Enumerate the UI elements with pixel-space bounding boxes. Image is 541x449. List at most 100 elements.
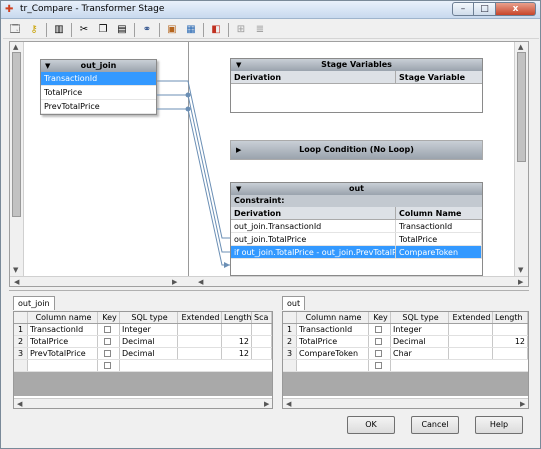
columns-icon[interactable]: ▥ <box>51 23 67 37</box>
length-cell[interactable] <box>493 324 528 335</box>
cancel-button[interactable]: Cancel <box>411 416 459 434</box>
constraints-icon[interactable]: ⊞ <box>233 23 249 37</box>
extended-cell[interactable] <box>178 348 222 359</box>
scroll-down-arrow-icon[interactable]: ▼ <box>518 266 523 274</box>
key-checkbox[interactable] <box>104 326 111 333</box>
output-row[interactable]: out_join.TransactionId TransactionId <box>231 220 482 233</box>
sql-type-cell[interactable]: Integer <box>120 324 178 335</box>
key-checkbox-cell[interactable] <box>98 324 120 335</box>
sql-type-cell[interactable]: Integer <box>391 324 449 335</box>
paste-icon[interactable]: ▤ <box>114 23 130 37</box>
derivation-column-header[interactable]: Derivation <box>231 71 396 83</box>
save-icon[interactable]: ▦ <box>183 23 199 37</box>
column-name-header[interactable]: Column name <box>28 312 98 323</box>
scroll-left-arrow-icon[interactable]: ◀ <box>17 400 22 408</box>
tab-out[interactable]: out <box>282 296 306 310</box>
sql-type-cell[interactable]: Decimal <box>391 336 449 347</box>
length-cell[interactable]: 12 <box>222 336 252 347</box>
scale-header[interactable]: Sca <box>252 312 272 323</box>
key-checkbox-cell[interactable] <box>369 348 391 359</box>
derivation-cell[interactable]: if out_join.TotalPrice - out_join.PrevTo… <box>231 246 396 258</box>
column-name-cell[interactable]: TotalPrice <box>396 233 482 245</box>
key-checkbox[interactable] <box>104 362 111 369</box>
design-canvas[interactable]: ▲ ▼ ▼ out_join TransactionId TotalPrice … <box>9 41 529 287</box>
length-cell[interactable]: 12 <box>493 336 528 347</box>
length-cell[interactable]: 12 <box>222 348 252 359</box>
column-name-header[interactable]: Column name <box>297 312 369 323</box>
scroll-thumb[interactable] <box>517 52 526 162</box>
scroll-right-arrow-icon[interactable]: ▶ <box>518 278 523 286</box>
load-icon[interactable]: ▣ <box>164 23 180 37</box>
new-row[interactable] <box>283 360 528 372</box>
table-row[interactable]: 1 TransactionId Integer <box>14 324 272 336</box>
loop-condition-panel[interactable]: ▶ Loop Condition (No Loop) <box>230 140 483 160</box>
collapse-triangle-icon[interactable]: ▼ <box>236 183 241 195</box>
length-header[interactable]: Length <box>493 312 528 323</box>
extended-header[interactable]: Extended <box>178 312 222 323</box>
sql-type-cell[interactable]: Decimal <box>120 336 178 347</box>
column-name-cell[interactable] <box>28 360 98 371</box>
extended-cell[interactable] <box>449 348 493 359</box>
ok-button[interactable]: OK <box>347 416 395 434</box>
extended-cell[interactable] <box>178 324 222 335</box>
output-link-panel[interactable]: ▼ out Constraint: Derivation Column Name… <box>230 182 483 276</box>
horizontal-scrollbar[interactable]: ◀ ▶ ◀ ▶ <box>10 276 528 286</box>
tab-out-join[interactable]: out_join <box>13 296 55 310</box>
copy-icon[interactable]: ❐ <box>95 23 111 37</box>
maximize-button[interactable]: □ <box>474 2 496 16</box>
minimize-button[interactable]: – <box>452 2 474 16</box>
column-name-header[interactable]: Column Name <box>396 207 482 219</box>
table-row[interactable]: 2 TotalPrice Decimal 12 <box>14 336 272 348</box>
key-checkbox[interactable] <box>375 326 382 333</box>
length-header[interactable]: Length <box>222 312 252 323</box>
extended-cell[interactable] <box>449 324 493 335</box>
output-row-selected[interactable]: if out_join.TotalPrice - out_join.PrevTo… <box>231 246 482 259</box>
scroll-right-arrow-icon[interactable]: ▶ <box>172 278 177 286</box>
right-grid-hscrollbar[interactable]: ◀ ▶ <box>283 398 528 408</box>
key-checkbox[interactable] <box>375 350 382 357</box>
key-checkbox[interactable] <box>104 350 111 357</box>
stage-variables-panel[interactable]: ▼ Stage Variables Derivation Stage Varia… <box>230 58 483 113</box>
scroll-left-arrow-icon[interactable]: ◀ <box>198 278 203 286</box>
sql-type-cell[interactable]: Char <box>391 348 449 359</box>
stage-variables-body[interactable] <box>231 84 482 112</box>
column-name-cell[interactable]: TotalPrice <box>297 336 369 347</box>
column-name-cell[interactable]: TransactionId <box>28 324 98 335</box>
output-row[interactable]: out_join.TotalPrice TotalPrice <box>231 233 482 246</box>
help-button[interactable]: Help <box>475 416 523 434</box>
scroll-left-arrow-icon[interactable]: ◀ <box>286 400 291 408</box>
close-button[interactable]: x <box>496 2 536 16</box>
left-columns-grid[interactable]: Column name Key SQL type Extended Length… <box>13 311 273 409</box>
table-row[interactable]: 1 TransactionId Integer <box>283 324 528 336</box>
scale-cell[interactable] <box>252 336 272 347</box>
scroll-up-arrow-icon[interactable]: ▲ <box>518 43 523 51</box>
column-name-cell[interactable]: TransactionId <box>396 220 482 232</box>
scale-cell[interactable] <box>252 324 272 335</box>
key-header[interactable]: Key <box>369 312 391 323</box>
key-checkbox-cell[interactable] <box>369 324 391 335</box>
key-checkbox-cell[interactable] <box>98 336 120 347</box>
column-name-cell[interactable]: TransactionId <box>297 324 369 335</box>
key-checkbox[interactable] <box>104 338 111 345</box>
derivation-cell[interactable]: out_join.TotalPrice <box>231 233 396 245</box>
length-cell[interactable] <box>222 324 252 335</box>
scale-cell[interactable] <box>252 348 272 359</box>
constraint-row[interactable]: Constraint: <box>231 195 482 207</box>
sql-type-header[interactable]: SQL type <box>120 312 178 323</box>
stage-variable-column-header[interactable]: Stage Variable <box>396 71 482 83</box>
find-icon[interactable]: ⚭ <box>139 23 155 37</box>
table-row[interactable]: 3 PrevTotalPrice Decimal 12 <box>14 348 272 360</box>
collapse-triangle-icon[interactable]: ▼ <box>236 59 241 71</box>
key-checkbox[interactable] <box>375 338 382 345</box>
cut-icon[interactable]: ✂ <box>76 23 92 37</box>
stage-vars-icon[interactable]: ◧ <box>208 23 224 37</box>
title-bar[interactable]: ✚ tr_Compare - Transformer Stage – □ x <box>1 1 540 19</box>
new-row[interactable] <box>14 360 272 372</box>
table-row[interactable]: 2 TotalPrice Decimal 12 <box>283 336 528 348</box>
key-icon[interactable]: ⚷ <box>26 23 42 37</box>
scroll-right-arrow-icon[interactable]: ▶ <box>264 400 269 408</box>
table-row[interactable]: 3 CompareToken Char <box>283 348 528 360</box>
column-name-cell[interactable]: CompareToken <box>297 348 369 359</box>
expand-triangle-icon[interactable]: ▶ <box>236 141 241 159</box>
autoarrange-icon[interactable]: ≣ <box>252 23 268 37</box>
